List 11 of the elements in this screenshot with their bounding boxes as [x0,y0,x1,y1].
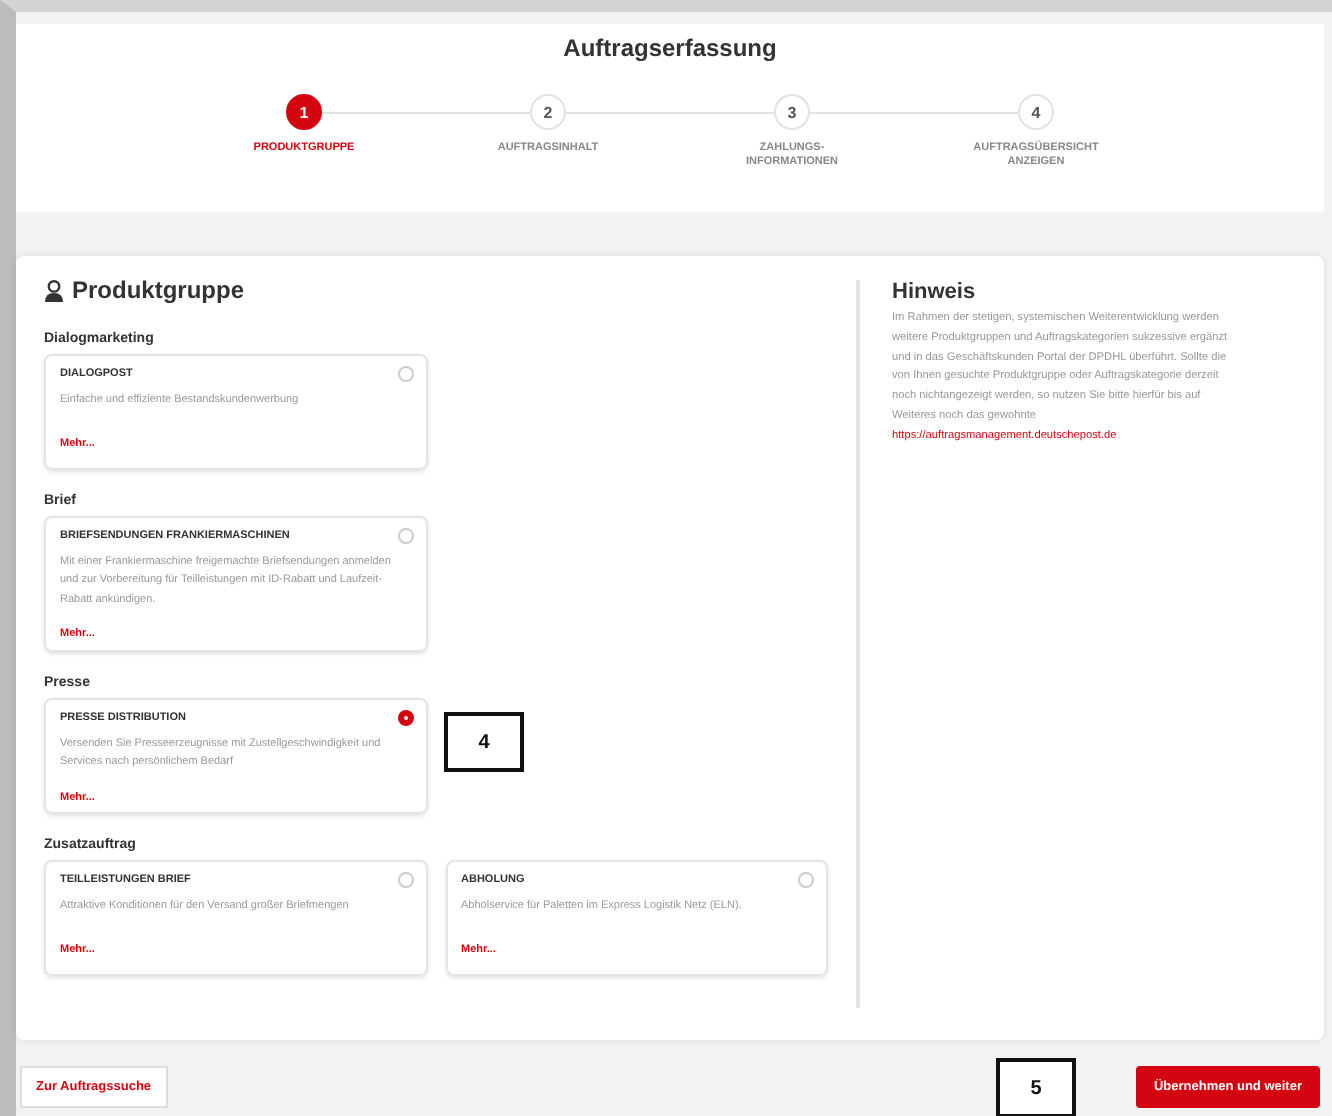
step-circle[interactable]: 4 [1018,94,1054,130]
step-circle[interactable]: 1 [286,94,322,130]
hint-title: Hinweis [892,280,978,304]
page-title: Auftragserfassung [563,34,777,62]
section-heading: Produktgruppe [72,276,244,304]
step-circle[interactable]: 2 [530,94,566,130]
step-circle[interactable]: 3 [774,94,810,130]
callout-box: 5 [996,1058,1076,1116]
person-icon [44,279,64,301]
callout-box: 4 [444,712,524,772]
radio-button[interactable] [398,710,414,726]
